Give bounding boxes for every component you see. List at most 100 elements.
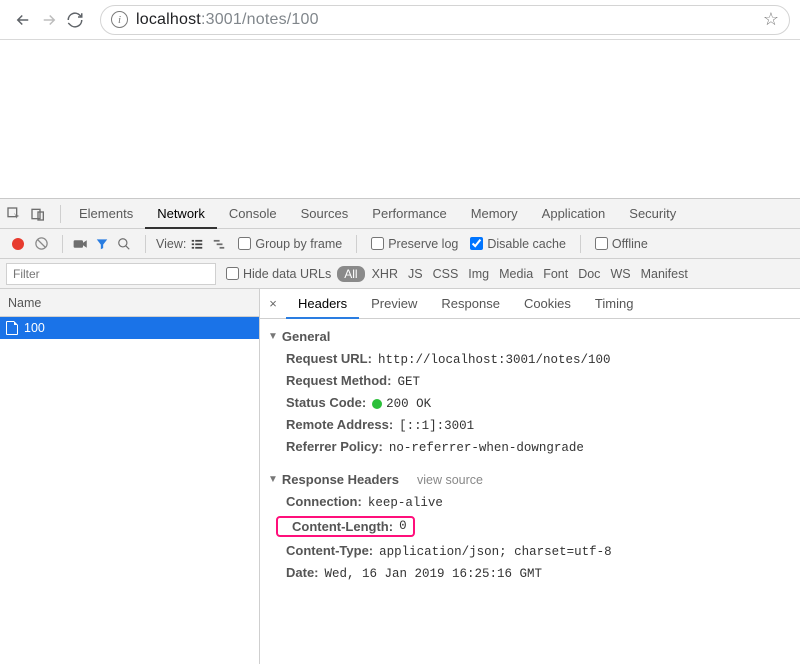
value-status-code: 200 OK bbox=[372, 397, 431, 411]
filter-input[interactable] bbox=[6, 263, 216, 285]
filter-type-xhr[interactable]: XHR bbox=[372, 267, 398, 281]
devtools-panel: Elements Network Console Sources Perform… bbox=[0, 198, 800, 664]
tab-preview[interactable]: Preview bbox=[359, 289, 429, 319]
filter-type-manifest[interactable]: Manifest bbox=[641, 267, 688, 281]
tab-network[interactable]: Network bbox=[145, 199, 217, 229]
view-list-icon[interactable] bbox=[190, 237, 208, 251]
tab-timing[interactable]: Timing bbox=[583, 289, 646, 319]
row-remote-address: Remote Address: [::1]:3001 bbox=[268, 414, 800, 436]
row-connection: Connection: keep-alive bbox=[268, 491, 800, 513]
filter-type-doc[interactable]: Doc bbox=[578, 267, 600, 281]
filter-type-media[interactable]: Media bbox=[499, 267, 533, 281]
separator bbox=[580, 235, 581, 253]
disclosure-triangle-icon: ▼ bbox=[268, 474, 278, 485]
value-content-length: 0 bbox=[399, 519, 407, 534]
site-info-icon[interactable]: i bbox=[111, 11, 128, 28]
filter-type-css[interactable]: CSS bbox=[433, 267, 459, 281]
tab-memory[interactable]: Memory bbox=[459, 199, 530, 229]
request-name: 100 bbox=[24, 321, 45, 335]
row-content-type: Content-Type: application/json; charset=… bbox=[268, 540, 800, 562]
filter-funnel-icon[interactable] bbox=[95, 237, 113, 251]
filter-type-js[interactable]: JS bbox=[408, 267, 423, 281]
tab-performance[interactable]: Performance bbox=[360, 199, 458, 229]
section-response-headers[interactable]: ▼ Response Headers view source bbox=[268, 468, 800, 491]
filter-type-ws[interactable]: WS bbox=[610, 267, 630, 281]
value-request-method: GET bbox=[397, 375, 420, 389]
network-filter-bar: Hide data URLs All XHR JS CSS Img Media … bbox=[0, 259, 800, 289]
url-host: localhost bbox=[136, 11, 201, 28]
tab-application[interactable]: Application bbox=[530, 199, 618, 229]
tab-response[interactable]: Response bbox=[429, 289, 512, 319]
row-request-url: Request URL: http://localhost:3001/notes… bbox=[268, 348, 800, 370]
back-button[interactable] bbox=[10, 7, 36, 33]
value-request-url: http://localhost:3001/notes/100 bbox=[378, 353, 611, 367]
tab-cookies[interactable]: Cookies bbox=[512, 289, 583, 319]
arrow-right-icon bbox=[40, 11, 58, 29]
row-content-length: Content-Length: 0 bbox=[268, 513, 800, 540]
filter-type-img[interactable]: Img bbox=[468, 267, 489, 281]
tab-console[interactable]: Console bbox=[217, 199, 289, 229]
reload-icon bbox=[66, 11, 84, 29]
label-referrer-policy: Referrer Policy: bbox=[286, 439, 383, 454]
hide-data-urls-checkbox[interactable]: Hide data URLs bbox=[226, 267, 331, 281]
url-text: localhost:3001/notes/100 bbox=[136, 11, 319, 29]
section-general[interactable]: ▼ General bbox=[268, 325, 800, 348]
label-request-method: Request Method: bbox=[286, 373, 391, 388]
label-connection: Connection: bbox=[286, 494, 362, 509]
separator bbox=[60, 205, 61, 223]
network-main: Name 100 × Headers Preview Response Cook… bbox=[0, 289, 800, 664]
name-column-header[interactable]: Name bbox=[0, 289, 259, 317]
label-content-type: Content-Type: bbox=[286, 543, 373, 558]
request-list: Name 100 bbox=[0, 289, 260, 664]
highlight-content-length: Content-Length: 0 bbox=[276, 516, 415, 537]
camera-icon[interactable] bbox=[73, 238, 91, 250]
tab-headers[interactable]: Headers bbox=[286, 289, 359, 319]
value-date: Wed, 16 Jan 2019 16:25:16 GMT bbox=[325, 567, 543, 581]
row-status-code: Status Code: 200 OK bbox=[268, 392, 800, 414]
request-row-selected[interactable]: 100 bbox=[0, 317, 259, 339]
tab-sources[interactable]: Sources bbox=[289, 199, 361, 229]
page-viewport bbox=[0, 40, 800, 198]
view-source-link[interactable]: view source bbox=[417, 473, 483, 487]
inspect-element-icon[interactable] bbox=[6, 206, 30, 222]
detail-tab-strip: × Headers Preview Response Cookies Timin… bbox=[260, 289, 800, 319]
row-request-method: Request Method: GET bbox=[268, 370, 800, 392]
label-content-length: Content-Length: bbox=[292, 519, 393, 534]
arrow-left-icon bbox=[14, 11, 32, 29]
label-request-url: Request URL: bbox=[286, 351, 372, 366]
separator bbox=[62, 235, 63, 253]
value-content-type: application/json; charset=utf-8 bbox=[379, 545, 612, 559]
label-status-code: Status Code: bbox=[286, 395, 366, 410]
disclosure-triangle-icon: ▼ bbox=[268, 331, 278, 342]
device-toggle-icon[interactable] bbox=[30, 206, 54, 222]
filter-type-font[interactable]: Font bbox=[543, 267, 568, 281]
forward-button[interactable] bbox=[36, 7, 62, 33]
filter-type-all[interactable]: All bbox=[337, 266, 364, 282]
headers-body: ▼ General Request URL: http://localhost:… bbox=[260, 319, 800, 584]
disable-cache-checkbox[interactable]: Disable cache bbox=[470, 237, 566, 251]
bookmark-star-icon[interactable]: ☆ bbox=[763, 9, 779, 30]
record-button[interactable] bbox=[12, 238, 24, 250]
clear-icon[interactable] bbox=[34, 236, 52, 251]
tab-security[interactable]: Security bbox=[617, 199, 688, 229]
network-toolbar: View: Group by frame Preserve log Disabl… bbox=[0, 229, 800, 259]
document-icon bbox=[6, 321, 18, 335]
label-remote-address: Remote Address: bbox=[286, 417, 393, 432]
address-bar[interactable]: i localhost:3001/notes/100 ☆ bbox=[100, 5, 790, 35]
row-referrer-policy: Referrer Policy: no-referrer-when-downgr… bbox=[268, 436, 800, 458]
reload-button[interactable] bbox=[62, 7, 88, 33]
separator bbox=[356, 235, 357, 253]
close-details-button[interactable]: × bbox=[260, 296, 286, 311]
value-remote-address: [::1]:3001 bbox=[399, 419, 474, 433]
row-date: Date: Wed, 16 Jan 2019 16:25:16 GMT bbox=[268, 562, 800, 584]
group-by-frame-checkbox[interactable]: Group by frame bbox=[238, 237, 342, 251]
view-waterfall-icon[interactable] bbox=[212, 237, 230, 251]
value-referrer-policy: no-referrer-when-downgrade bbox=[389, 441, 584, 455]
url-path: :3001/notes/100 bbox=[201, 11, 319, 28]
offline-checkbox[interactable]: Offline bbox=[595, 237, 648, 251]
preserve-log-checkbox[interactable]: Preserve log bbox=[371, 237, 458, 251]
separator bbox=[145, 235, 146, 253]
search-icon[interactable] bbox=[117, 237, 135, 251]
devtools-tab-strip: Elements Network Console Sources Perform… bbox=[0, 199, 800, 229]
tab-elements[interactable]: Elements bbox=[67, 199, 145, 229]
